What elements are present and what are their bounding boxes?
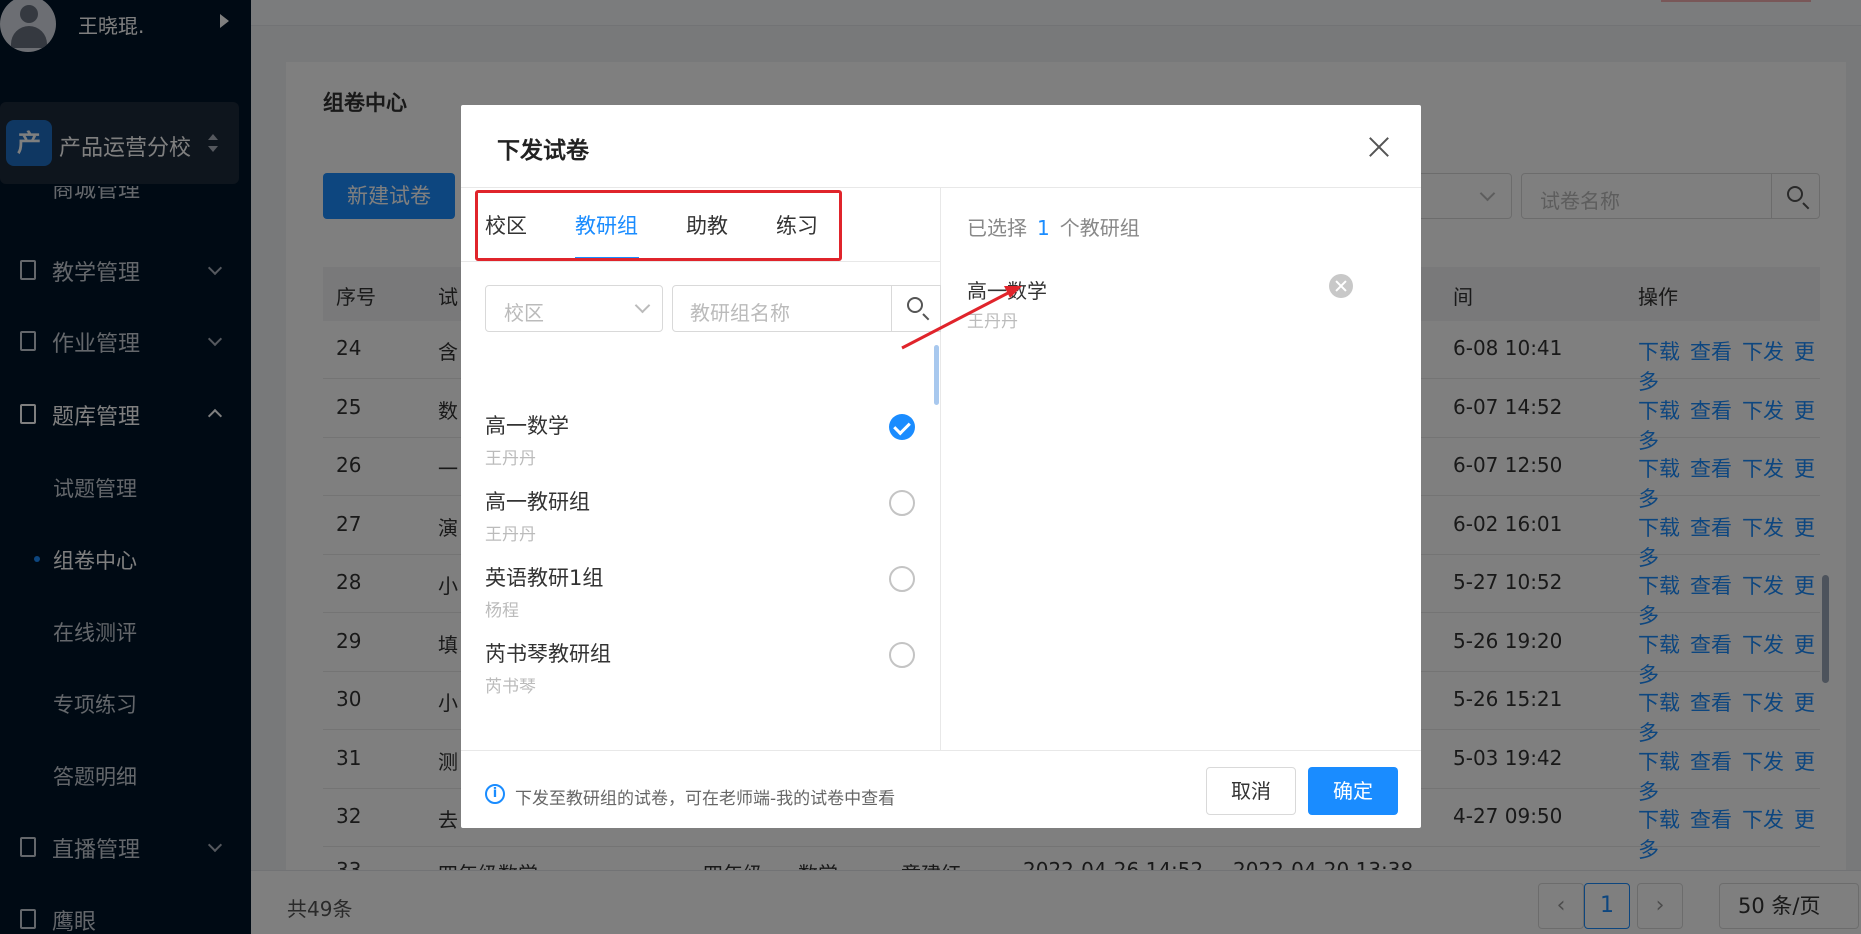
selected-summary: 已选择 1 个教研组 bbox=[967, 216, 1140, 240]
confirm-button[interactable]: 确定 bbox=[1308, 767, 1398, 815]
group-list-item[interactable]: 高一数学 王丹丹 bbox=[485, 410, 915, 490]
group-owner: 芮书琴 bbox=[485, 677, 536, 697]
group-owner: 王丹丹 bbox=[485, 449, 536, 469]
target-tabs: 校区 教研组 助教 练习 bbox=[461, 188, 941, 262]
group-picker-pane: 校区 教研组 助教 练习 校区 教研组名称 高一数学 王丹丹 高一教研组 王丹丹 英语教… bbox=[461, 188, 941, 750]
cancel-button[interactable]: 取消 bbox=[1206, 767, 1296, 815]
list-scrollbar[interactable] bbox=[934, 345, 939, 405]
close-icon[interactable] bbox=[1367, 135, 1391, 159]
group-name: 芮书琴教研组 bbox=[485, 642, 611, 666]
checked-circle-icon[interactable] bbox=[889, 414, 915, 440]
selected-pane: 已选择 1 个教研组 高一数学 王丹丹 bbox=[941, 188, 1421, 750]
info-text: 下发至教研组的试卷，可在老师端-我的试卷中查看 bbox=[515, 789, 896, 809]
dialog-footer: i 下发至教研组的试卷，可在老师端-我的试卷中查看 取消 确定 bbox=[461, 750, 1421, 828]
group-search-placeholder: 教研组名称 bbox=[690, 301, 790, 325]
campus-placeholder: 校区 bbox=[504, 301, 544, 325]
remove-selected-icon[interactable] bbox=[1329, 274, 1353, 298]
radio-circle-icon[interactable] bbox=[889, 566, 915, 592]
search-icon bbox=[907, 297, 923, 313]
distribute-paper-dialog: 下发试卷 校区 教研组 助教 练习 校区 教研组名称 高一数学 王丹丹 高一教研组王… bbox=[461, 105, 1421, 828]
campus-select[interactable]: 校区 bbox=[485, 285, 663, 332]
radio-circle-icon[interactable] bbox=[889, 490, 915, 516]
group-owner: 杨程 bbox=[485, 601, 519, 621]
info-icon: i bbox=[485, 784, 505, 804]
group-list-item[interactable]: 高一教研组 王丹丹 bbox=[485, 486, 915, 566]
selected-group-owner: 王丹丹 bbox=[967, 312, 1018, 332]
group-owner: 王丹丹 bbox=[485, 525, 536, 545]
group-list-item[interactable]: 英语教研1组杨程 bbox=[485, 562, 915, 642]
group-name: 高一教研组 bbox=[485, 490, 590, 514]
group-name: 高一数学 bbox=[485, 414, 569, 438]
group-search-input[interactable]: 教研组名称 bbox=[672, 285, 941, 332]
group-search-button[interactable] bbox=[891, 285, 943, 332]
selected-count: 1 bbox=[1037, 216, 1050, 240]
radio-circle-icon[interactable] bbox=[889, 642, 915, 668]
selected-group-name: 高一数学 bbox=[967, 279, 1047, 303]
dialog-title: 下发试卷 bbox=[497, 138, 589, 164]
highlight-box bbox=[475, 190, 842, 261]
group-list-item[interactable]: 芮书琴教研组 芮书琴 bbox=[485, 638, 915, 718]
group-name: 英语教研1组 bbox=[485, 566, 604, 590]
